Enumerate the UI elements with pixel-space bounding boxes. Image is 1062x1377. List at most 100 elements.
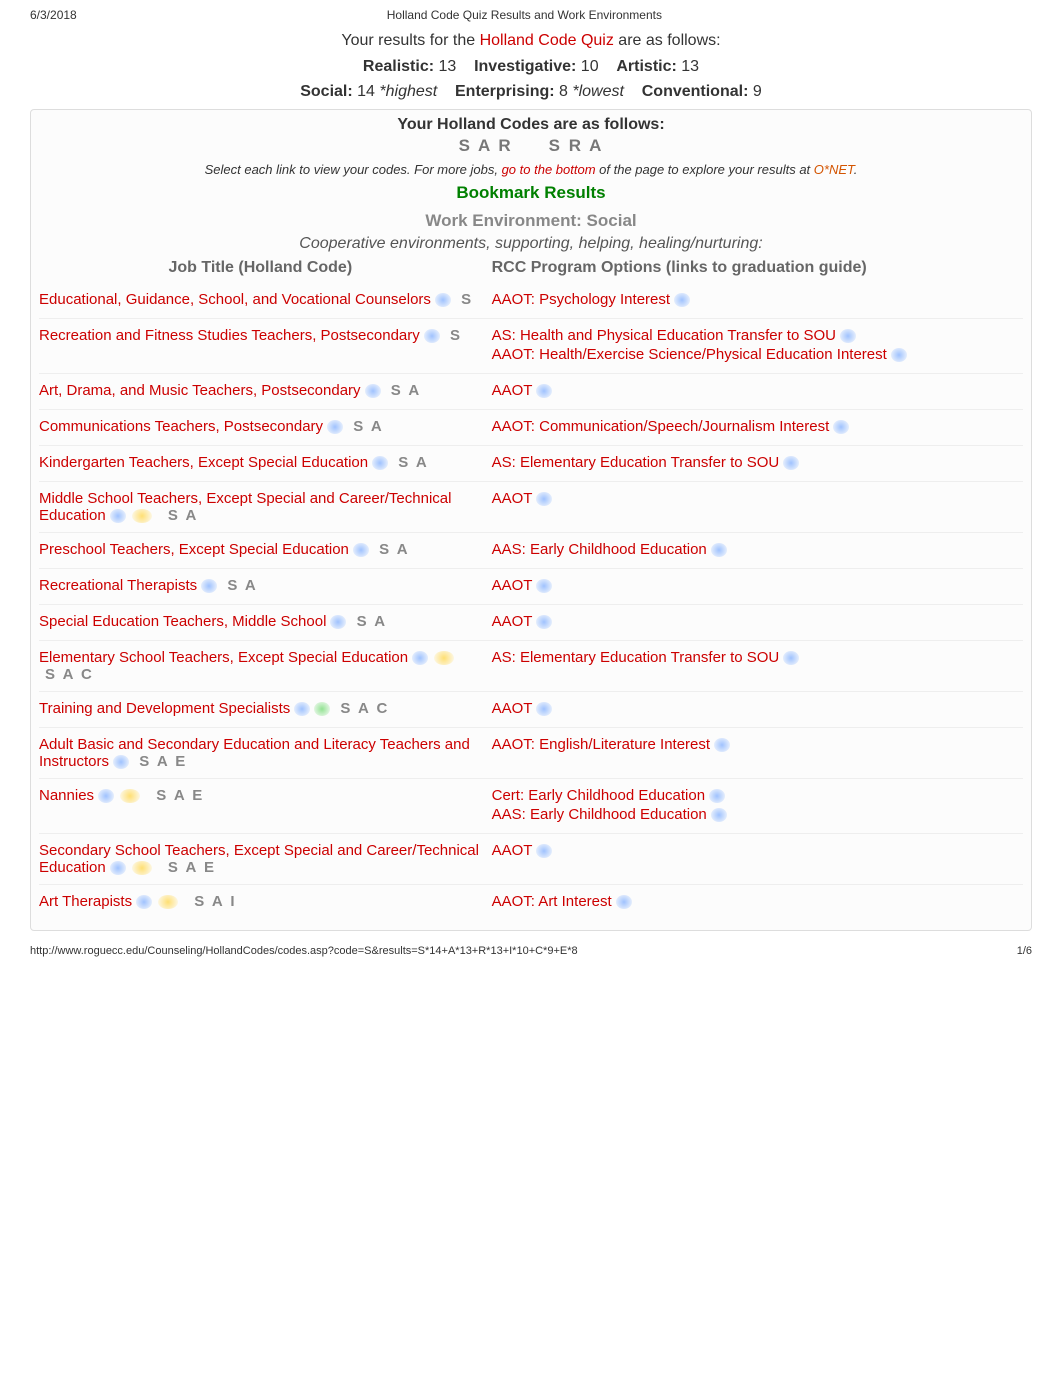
program-cell: AAOT: Communication/Speech/Journalism In…	[492, 418, 1023, 437]
codes-box: Your Holland Codes are as follows: S A R…	[30, 109, 1032, 931]
program-cell: AS: Elementary Education Transfer to SOU	[492, 454, 1023, 473]
table-row: Recreation and Fitness Studies Teachers,…	[39, 318, 1023, 373]
program-link[interactable]: AS: Elementary Education Transfer to SOU	[492, 649, 1023, 666]
outlook-icon	[294, 702, 310, 716]
info-icon	[714, 738, 730, 752]
program-link[interactable]: AAOT	[492, 613, 1023, 630]
col-header-program: RCC Program Options (links to graduation…	[492, 259, 1023, 277]
job-cell: Recreational Therapists S A	[39, 577, 492, 596]
program-link[interactable]: AAS: Early Childhood Education	[492, 806, 1023, 823]
holland-code-tag: S A I	[194, 893, 236, 910]
program-link[interactable]: AAS: Early Childhood Education	[492, 541, 1023, 558]
holland-codes: S A RS R A	[39, 136, 1023, 156]
program-cell: AAOT: Art Interest	[492, 893, 1023, 912]
program-link[interactable]: AAOT	[492, 382, 1023, 399]
col-header-job: Job Title (Holland Code)	[39, 259, 492, 277]
program-cell: AAOT	[492, 577, 1023, 596]
job-cell: Middle School Teachers, Except Special a…	[39, 490, 492, 524]
job-title-link[interactable]: Art, Drama, and Music Teachers, Postseco…	[39, 382, 361, 399]
holland-code-tag: S	[450, 327, 462, 344]
program-cell: AAOT	[492, 700, 1023, 719]
table-row: Training and Development Specialists S A…	[39, 691, 1023, 727]
intro-block: Your results for the Holland Code Quiz a…	[30, 28, 1032, 105]
info-icon	[711, 543, 727, 557]
job-title-link[interactable]: Training and Development Specialists	[39, 700, 290, 717]
table-row: Adult Basic and Secondary Education and …	[39, 727, 1023, 778]
table-row: Middle School Teachers, Except Special a…	[39, 481, 1023, 532]
holland-code-tag: S A	[398, 454, 428, 471]
outlook-icon	[98, 789, 114, 803]
info-icon	[783, 456, 799, 470]
code-sar[interactable]: S A R	[459, 136, 513, 155]
table-row: Art Therapists S A IAAOT: Art Interest	[39, 884, 1023, 920]
program-cell: AAOT: English/Literature Interest	[492, 736, 1023, 770]
outlook-icon	[330, 615, 346, 629]
program-link[interactable]: AAOT	[492, 700, 1023, 717]
job-title-link[interactable]: Recreation and Fitness Studies Teachers,…	[39, 327, 420, 344]
info-icon	[616, 895, 632, 909]
job-title-link[interactable]: Elementary School Teachers, Except Speci…	[39, 649, 408, 666]
holland-code-tag: S A E	[139, 753, 187, 770]
program-link[interactable]: AAOT: Communication/Speech/Journalism In…	[492, 418, 1023, 435]
table-row: Special Education Teachers, Middle Schoo…	[39, 604, 1023, 640]
job-title-link[interactable]: Communications Teachers, Postsecondary	[39, 418, 323, 435]
job-title-link[interactable]: Preschool Teachers, Except Special Educa…	[39, 541, 349, 558]
info-icon	[536, 579, 552, 593]
print-footer: http://www.roguecc.edu/Counseling/Hollan…	[30, 945, 1032, 957]
job-title-link[interactable]: Middle School Teachers, Except Special a…	[39, 490, 451, 524]
job-title-link[interactable]: Recreational Therapists	[39, 577, 197, 594]
info-icon	[536, 844, 552, 858]
outlook-icon	[365, 384, 381, 398]
job-title-link[interactable]: Nannies	[39, 787, 94, 804]
program-link[interactable]: AAOT: Art Interest	[492, 893, 1023, 910]
program-cell: AS: Elementary Education Transfer to SOU	[492, 649, 1023, 683]
job-title-link[interactable]: Special Education Teachers, Middle Schoo…	[39, 613, 326, 630]
program-link[interactable]: AS: Elementary Education Transfer to SOU	[492, 454, 1023, 471]
info-icon	[833, 420, 849, 434]
outlook-icon	[353, 543, 369, 557]
holland-code-tag: S A	[168, 507, 198, 524]
program-link[interactable]: AS: Health and Physical Education Transf…	[492, 327, 1023, 344]
table-row: Elementary School Teachers, Except Speci…	[39, 640, 1023, 691]
bright-outlook-icon	[132, 861, 152, 875]
info-icon	[783, 651, 799, 665]
job-cell: Preschool Teachers, Except Special Educa…	[39, 541, 492, 560]
table-row: Secondary School Teachers, Except Specia…	[39, 833, 1023, 884]
program-link[interactable]: AAOT: Psychology Interest	[492, 291, 1023, 308]
job-title-link[interactable]: Kindergarten Teachers, Except Special Ed…	[39, 454, 368, 471]
program-cell: AAOT	[492, 842, 1023, 876]
outlook-icon	[435, 293, 451, 307]
table-header: Job Title (Holland Code) RCC Program Opt…	[39, 259, 1023, 277]
info-icon	[840, 329, 856, 343]
program-link[interactable]: AAOT	[492, 842, 1023, 859]
onet-link[interactable]: O*NET	[814, 162, 854, 177]
program-link[interactable]: AAOT	[492, 490, 1023, 507]
program-link[interactable]: AAOT: Health/Exercise Science/Physical E…	[492, 346, 1023, 363]
bookmark-results-link[interactable]: Bookmark Results	[456, 183, 605, 202]
program-cell: AAOT	[492, 490, 1023, 524]
print-date: 6/3/2018	[30, 8, 77, 22]
job-title-link[interactable]: Educational, Guidance, School, and Vocat…	[39, 291, 431, 308]
table-row: Recreational Therapists S AAAOT	[39, 568, 1023, 604]
job-cell: Art Therapists S A I	[39, 893, 492, 912]
job-cell: Special Education Teachers, Middle Schoo…	[39, 613, 492, 632]
holland-quiz-link[interactable]: Holland Code Quiz	[480, 32, 614, 49]
green-job-icon	[314, 702, 330, 716]
job-title-link[interactable]: Secondary School Teachers, Except Specia…	[39, 842, 479, 876]
program-link[interactable]: Cert: Early Childhood Education	[492, 787, 1023, 804]
results-table: Educational, Guidance, School, and Vocat…	[39, 283, 1023, 920]
program-link[interactable]: AAOT	[492, 577, 1023, 594]
job-title-link[interactable]: Art Therapists	[39, 893, 132, 910]
job-title-link[interactable]: Adult Basic and Secondary Education and …	[39, 736, 470, 770]
program-link[interactable]: AAOT: English/Literature Interest	[492, 736, 1023, 753]
program-cell: AAS: Early Childhood Education	[492, 541, 1023, 560]
holland-code-tag: S A	[391, 382, 421, 399]
codes-title: Your Holland Codes are as follows:	[39, 116, 1023, 134]
holland-code-tag: S A	[357, 613, 387, 630]
code-sra[interactable]: S R A	[549, 136, 604, 155]
job-cell: Recreation and Fitness Studies Teachers,…	[39, 327, 492, 365]
bright-outlook-icon	[158, 895, 178, 909]
program-cell: AS: Health and Physical Education Transf…	[492, 327, 1023, 365]
go-to-bottom-link[interactable]: go to the bottom	[502, 162, 596, 177]
info-icon	[709, 789, 725, 803]
